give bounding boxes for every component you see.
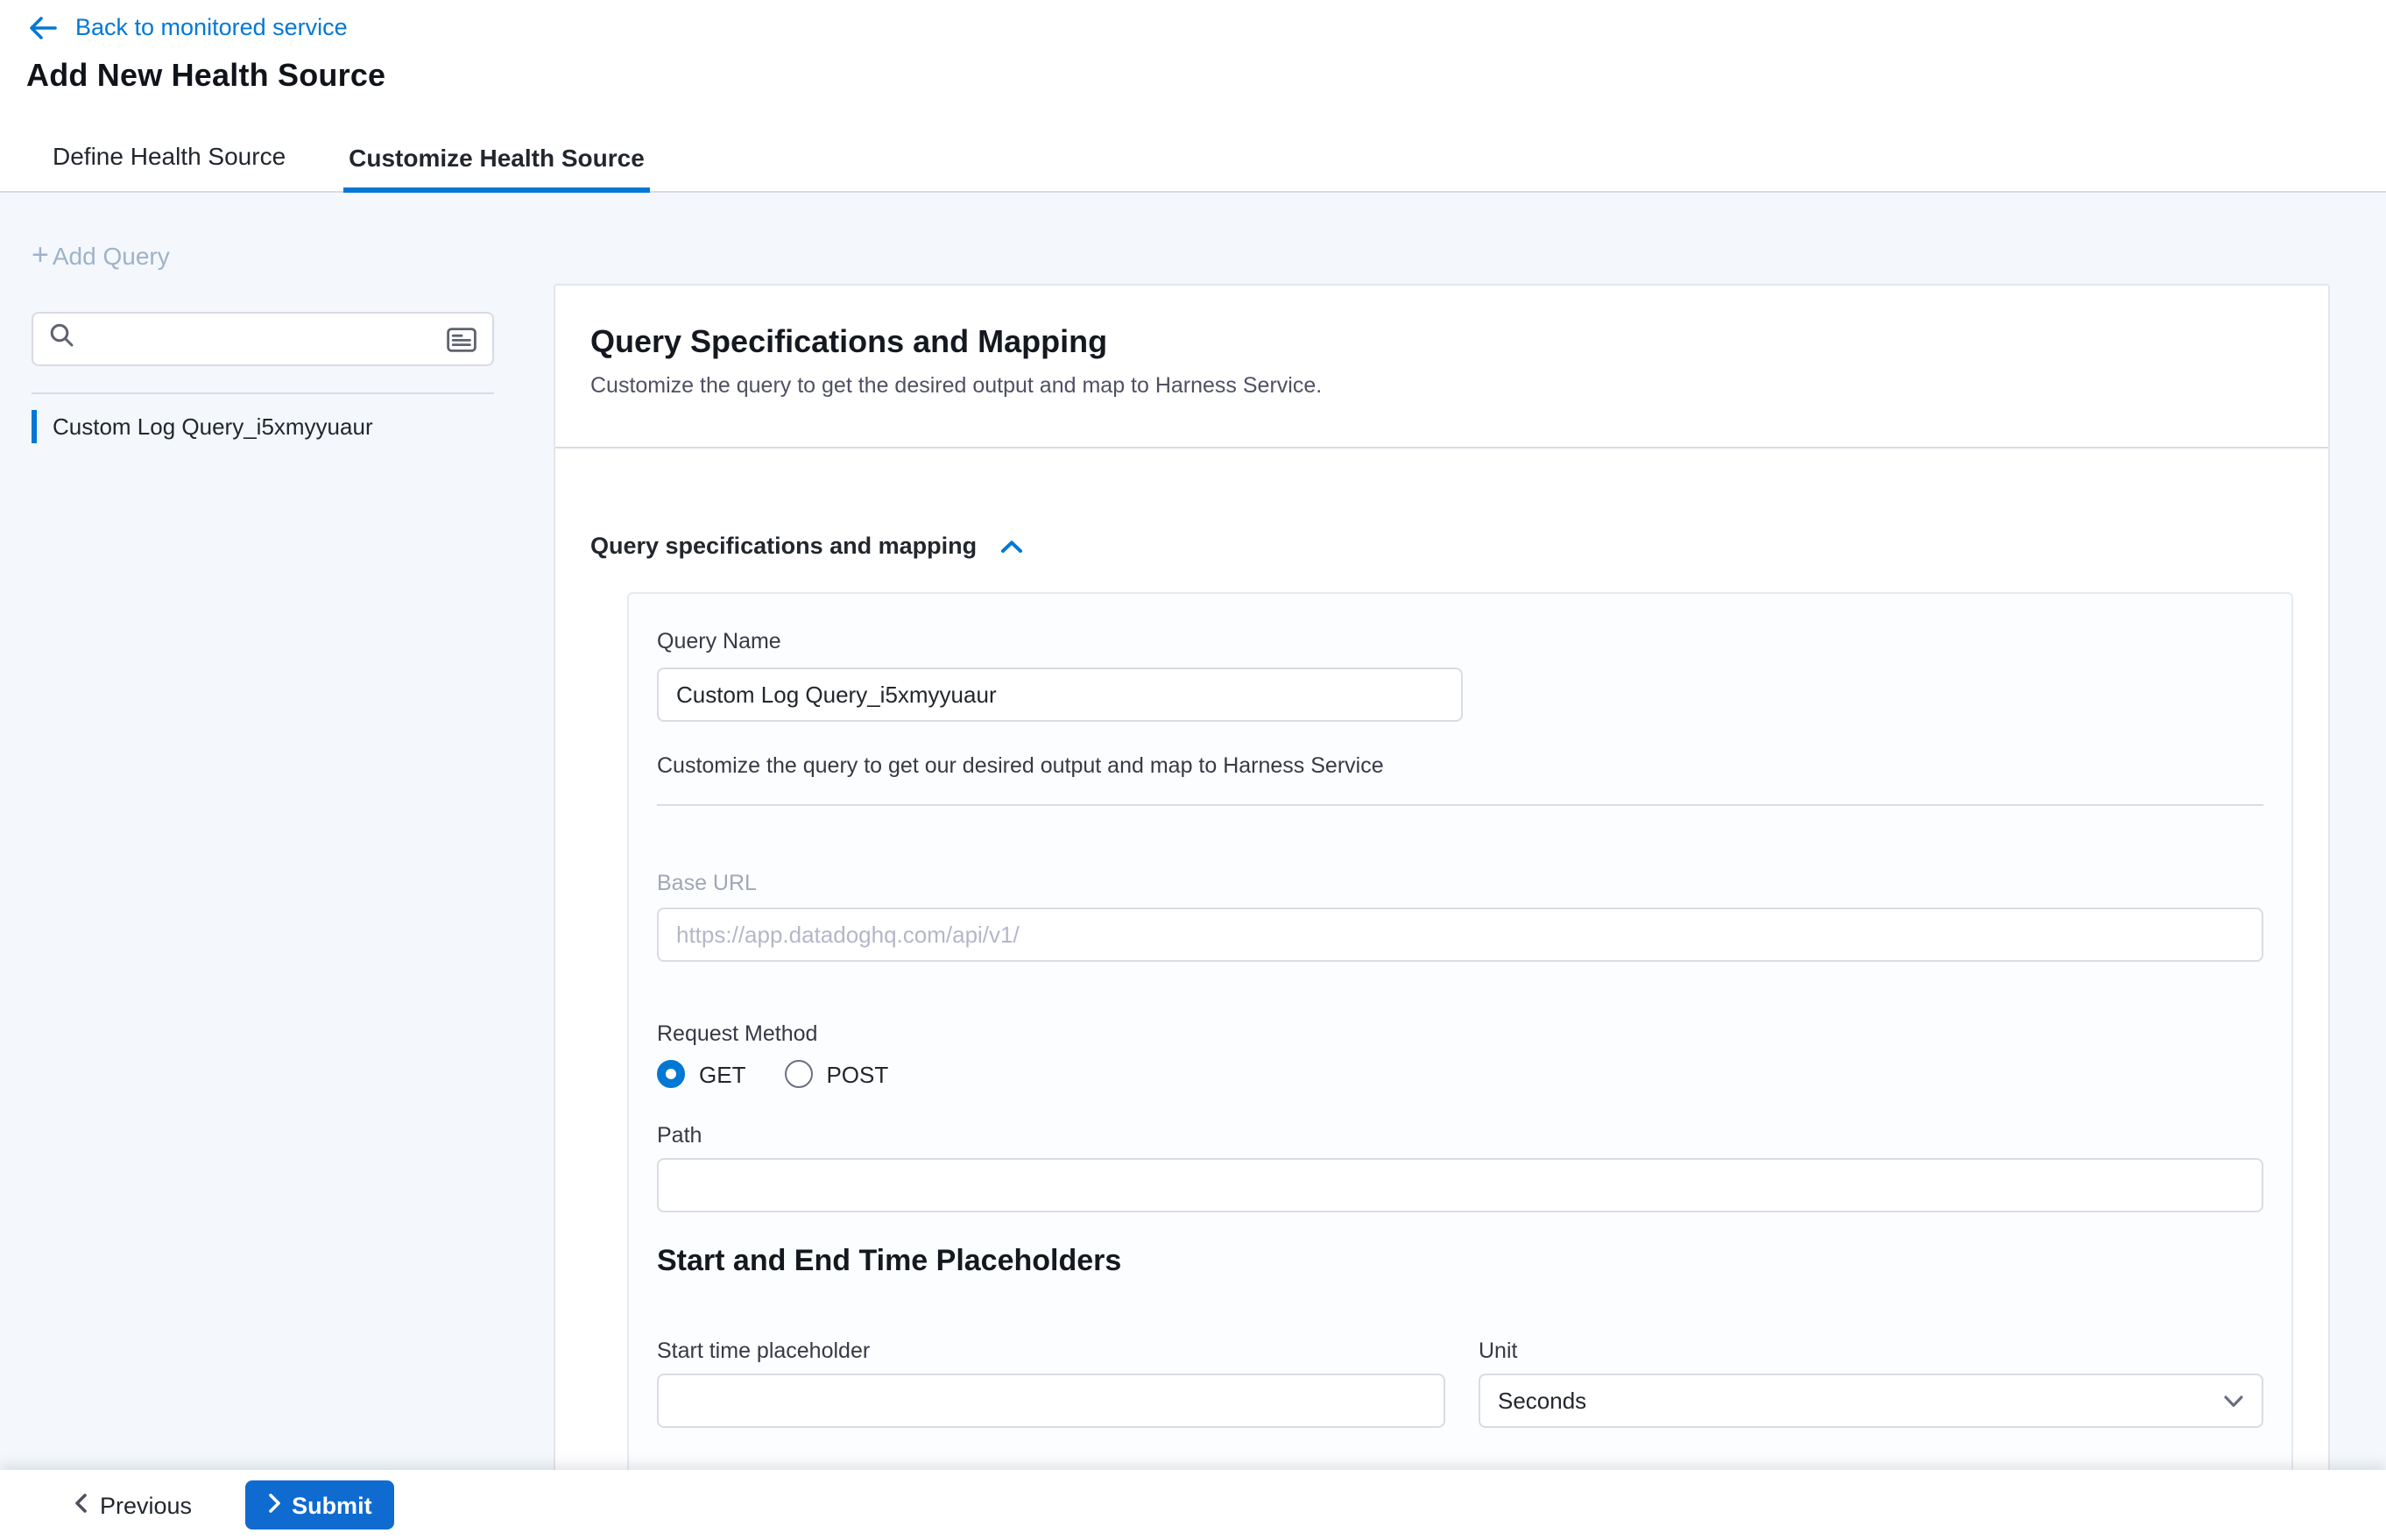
back-link[interactable]: Back to monitored service: [28, 14, 348, 40]
page-header: Back to monitored service Add New Health…: [0, 0, 2386, 193]
search-icon: [49, 322, 74, 356]
card-title: Query Specifications and Mapping: [590, 324, 2286, 361]
submit-label: Submit: [292, 1492, 372, 1518]
radio-get[interactable]: GET: [657, 1060, 745, 1088]
chevron-left-icon: [74, 1492, 88, 1518]
start-time-input[interactable]: [657, 1374, 1445, 1428]
radio-post[interactable]: POST: [784, 1060, 888, 1088]
add-query-button[interactable]: + Add Query: [32, 242, 170, 270]
card-header: Query Specifications and Mapping Customi…: [555, 286, 2328, 449]
footer-bar: Previous Submit: [0, 1470, 2386, 1540]
tab-define-health-source[interactable]: Define Health Source: [47, 142, 291, 191]
base-url-label: Base URL: [657, 871, 2263, 895]
query-list-item[interactable]: Custom Log Query_i5xmyyuaur: [0, 405, 526, 447]
radio-unselected-icon: [784, 1060, 812, 1088]
arrow-left-icon: [28, 15, 58, 39]
previous-label: Previous: [100, 1492, 192, 1518]
page-title: Add New Health Source: [26, 58, 385, 95]
path-input[interactable]: [657, 1158, 2263, 1212]
chevron-right-icon: [267, 1492, 281, 1518]
base-url-input[interactable]: [657, 908, 2263, 962]
previous-button[interactable]: Previous: [74, 1492, 192, 1518]
unit-label: Unit: [1479, 1339, 2263, 1363]
chevron-up-icon: [999, 533, 1022, 559]
add-query-label: Add Query: [53, 242, 170, 270]
section-title: Query specifications and mapping: [590, 533, 977, 559]
radio-post-label: POST: [826, 1061, 888, 1087]
list-view-icon[interactable]: [447, 327, 476, 351]
chevron-down-icon: [2223, 1385, 2244, 1416]
start-time-field: Start time placeholder: [657, 1339, 1445, 1428]
path-label: Path: [657, 1123, 2263, 1148]
unit-select[interactable]: Seconds: [1479, 1374, 2263, 1428]
tabs-bar: Define Health Source Customize Health So…: [0, 119, 2386, 193]
unit-field: Unit Seconds: [1479, 1339, 2263, 1428]
query-name-help: Customize the query to get our desired o…: [657, 753, 2263, 778]
query-sidebar: + Add Query Custom Log Query_i5xmyyuaur: [0, 193, 526, 447]
query-name-label: Query Name: [657, 629, 2263, 653]
page: Back to monitored service Add New Health…: [0, 0, 2386, 1540]
card-subtitle: Customize the query to get the desired o…: [590, 373, 2286, 398]
sidebar-divider: [32, 392, 494, 394]
radio-selected-icon: [657, 1060, 685, 1088]
submit-button[interactable]: Submit: [244, 1480, 395, 1529]
query-spec-card: Query Specifications and Mapping Customi…: [554, 284, 2330, 1510]
unit-select-value: Seconds: [1498, 1388, 1586, 1414]
query-search: [32, 312, 494, 366]
radio-get-label: GET: [699, 1061, 745, 1087]
request-method-group: GET POST: [657, 1060, 2263, 1088]
form-divider: [657, 804, 2263, 806]
start-time-label: Start time placeholder: [657, 1339, 1445, 1363]
time-placeholders-heading: Start and End Time Placeholders: [657, 1244, 2263, 1279]
query-name-input[interactable]: [657, 668, 1463, 722]
back-link-label: Back to monitored service: [75, 14, 348, 40]
search-input[interactable]: [84, 326, 436, 352]
tab-customize-health-source[interactable]: Customize Health Source: [343, 144, 650, 193]
time-placeholder-row: Start time placeholder Unit Seconds: [657, 1339, 2263, 1428]
query-item-label: Custom Log Query_i5xmyyuaur: [53, 413, 373, 439]
plus-icon: +: [32, 244, 49, 268]
request-method-label: Request Method: [657, 1021, 2263, 1046]
section-collapse-toggle[interactable]: Query specifications and mapping: [590, 533, 1022, 559]
query-form-panel: Query Name Customize the query to get ou…: [627, 592, 2293, 1510]
selected-indicator: [32, 409, 37, 442]
